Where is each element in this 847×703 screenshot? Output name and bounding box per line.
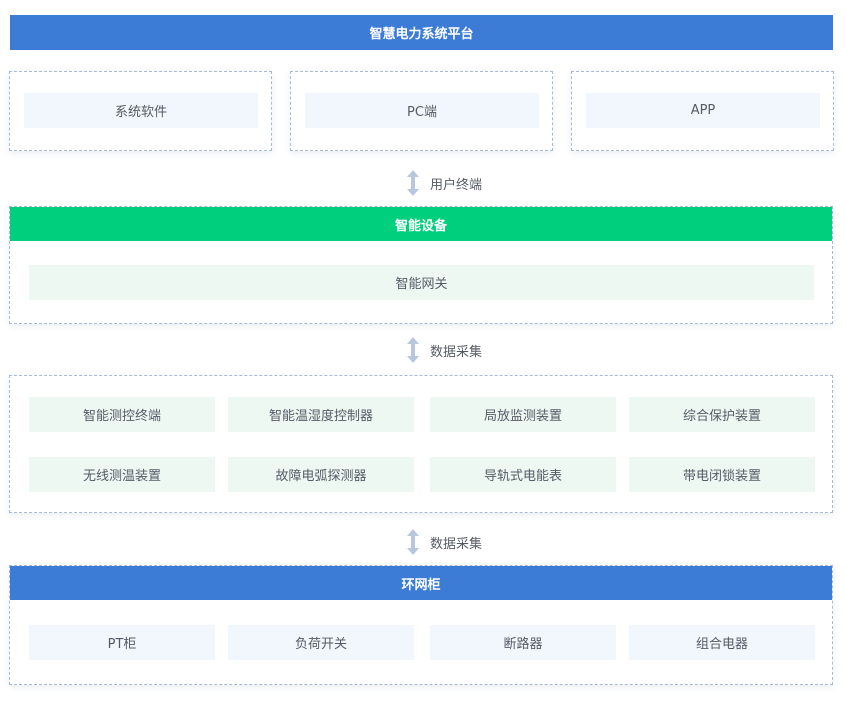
platform-card-label: APP bbox=[586, 93, 820, 128]
double-arrow-icon bbox=[406, 529, 420, 555]
smart-devices-title-bar: 智能设备 bbox=[10, 207, 832, 241]
connector-data-acquisition: 数据采集 bbox=[406, 529, 482, 555]
platform-card-app: APP bbox=[571, 71, 834, 151]
device-item: 带电闭锁装置 bbox=[629, 457, 815, 492]
acquisition-devices-section: 智能测控终端 智能温湿度控制器 局放监测装置 综合保护装置 无线测温装置 故障电… bbox=[9, 375, 833, 513]
device-item: 局放监测装置 bbox=[430, 397, 616, 432]
ring-cabinet-title-bar: 环网柜 bbox=[10, 566, 832, 600]
smart-gateway-item: 智能网关 bbox=[29, 265, 814, 300]
platform-title-bar: 智慧电力系统平台 bbox=[10, 15, 833, 50]
platform-card-software: 系统软件 bbox=[9, 71, 272, 151]
ring-cabinet-title: 环网柜 bbox=[401, 577, 441, 593]
connector-label: 用户终端 bbox=[430, 177, 483, 193]
smart-devices-section: 智能设备 智能网关 bbox=[9, 206, 833, 324]
platform-card-label: PC端 bbox=[305, 93, 539, 128]
connector-user-terminal: 用户终端 bbox=[406, 170, 482, 196]
platform-title: 智慧电力系统平台 bbox=[369, 27, 474, 42]
ring-cabinet-section: 环网柜 PT柜 负荷开关 断路器 组合电器 bbox=[9, 565, 833, 685]
double-arrow-icon bbox=[406, 170, 420, 196]
device-item: 综合保护装置 bbox=[629, 397, 815, 432]
cabinet-item: 负荷开关 bbox=[228, 625, 414, 660]
platform-card-pc: PC端 bbox=[290, 71, 553, 151]
device-item: 无线测温装置 bbox=[29, 457, 215, 492]
cabinet-item: 断路器 bbox=[430, 625, 616, 660]
smart-devices-title: 智能设备 bbox=[394, 218, 447, 234]
double-arrow-icon bbox=[406, 337, 420, 363]
cabinet-item: PT柜 bbox=[29, 625, 215, 660]
connector-data-acquisition: 数据采集 bbox=[406, 337, 482, 363]
cabinet-item: 组合电器 bbox=[629, 625, 815, 660]
device-item: 智能测控终端 bbox=[29, 397, 215, 432]
device-item: 导轨式电能表 bbox=[430, 457, 616, 492]
device-item: 智能温湿度控制器 bbox=[228, 397, 414, 432]
platform-card-label: 系统软件 bbox=[24, 93, 258, 128]
connector-label: 数据采集 bbox=[430, 344, 483, 360]
connector-label: 数据采集 bbox=[430, 536, 483, 552]
device-item: 故障电弧探测器 bbox=[228, 457, 414, 492]
